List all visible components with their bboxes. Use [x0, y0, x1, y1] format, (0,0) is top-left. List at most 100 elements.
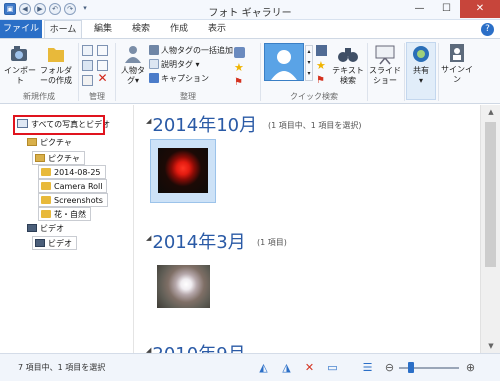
- tree-item-label: Screenshots: [54, 196, 103, 205]
- section-header[interactable]: ◢2014年3月: [146, 228, 246, 254]
- rotate-right-icon[interactable]: [97, 60, 108, 71]
- rotate-right-icon[interactable]: ◮: [280, 361, 293, 374]
- bulk-people-tag-button[interactable]: 人物タグの一括追加: [149, 45, 233, 57]
- rating-star-icon[interactable]: ★: [316, 60, 327, 71]
- view-icon[interactable]: [316, 45, 327, 56]
- chevron-down-icon: ▾: [134, 76, 139, 85]
- zoom-slider-thumb[interactable]: [408, 362, 414, 373]
- maximize-icon[interactable]: ☐: [433, 0, 460, 18]
- section-title: 2010年9月: [152, 344, 245, 353]
- details-view-icon[interactable]: ☰: [361, 361, 374, 374]
- tab-file[interactable]: ファイル: [0, 20, 42, 38]
- group-organize: 人物タグ▾ 人物タグの一括追加 説明タグ ▾ キャプション ★ ⚑ 整理: [116, 41, 260, 103]
- section-header[interactable]: ◢2010年9月: [146, 340, 246, 353]
- group-organize-label: 整理: [180, 92, 196, 101]
- tab-view[interactable]: 表示: [200, 20, 234, 38]
- collapse-arrow-icon: ◢: [146, 117, 152, 125]
- highlight-box: [13, 115, 105, 135]
- tag-icon: [149, 59, 159, 69]
- tree-item-videos-folder[interactable]: ビデオ: [32, 236, 77, 250]
- folder-icon: [41, 196, 51, 204]
- tree-item-folder[interactable]: Screenshots: [38, 193, 108, 207]
- text-search-label: テキスト検索: [332, 66, 364, 85]
- people-tag-button[interactable]: 人物タグ▾: [118, 43, 148, 86]
- scroll-thumb[interactable]: [485, 122, 496, 267]
- signin-button[interactable]: サインイン: [440, 42, 474, 85]
- flag-filter-icon[interactable]: ⚑: [316, 75, 327, 86]
- tree-item-folder[interactable]: Camera Roll: [38, 179, 108, 193]
- new-folder-button[interactable]: フォルダーの作成: [38, 43, 74, 86]
- rotate-left-icon[interactable]: ◭: [257, 361, 270, 374]
- star-icon[interactable]: ★: [234, 62, 245, 73]
- zoom-in-icon[interactable]: ⊕: [464, 361, 477, 374]
- status-text: 7 項目中、1 項目を選択: [18, 363, 106, 372]
- description-tag-button[interactable]: 説明タグ ▾: [149, 59, 200, 71]
- group-manage: ✕ 管理: [79, 41, 115, 103]
- people-icon: [149, 45, 159, 55]
- caption-button[interactable]: キャプション: [149, 73, 209, 85]
- group-manage-label: 管理: [89, 92, 105, 101]
- select-icon[interactable]: [82, 45, 93, 56]
- rose-photo[interactable]: [158, 148, 208, 193]
- tree-item-label: ピクチャ: [40, 138, 72, 147]
- pictures-icon: [27, 138, 37, 146]
- delete-icon[interactable]: ✕: [303, 361, 316, 374]
- tab-search[interactable]: 検索: [124, 20, 158, 38]
- group-new: インポート フォルダーの作成 新規作成: [0, 41, 78, 103]
- gallery-scroll[interactable]: ▴ ▾ ▾: [305, 45, 313, 81]
- import-label: インポート: [4, 66, 36, 85]
- folder-icon: [41, 182, 51, 190]
- pictures-folder-icon: [35, 154, 45, 162]
- tree-item-label: ピクチャ: [48, 154, 80, 163]
- tree-item-pictures[interactable]: ピクチャ: [27, 136, 72, 149]
- section-count: (1 項目): [257, 238, 287, 247]
- person-icon: [125, 46, 141, 63]
- flag-red-icon[interactable]: ⚑: [234, 77, 245, 88]
- description-tag-label: 説明タグ: [161, 60, 193, 69]
- help-icon[interactable]: ?: [481, 23, 494, 36]
- ribbon: インポート フォルダーの作成 新規作成 ✕ 管理 人物タグ▾ 人物タグの一括追加: [0, 38, 500, 104]
- share-button[interactable]: 共有 ▾: [406, 42, 436, 100]
- flag-icon[interactable]: [234, 47, 245, 58]
- ribbon-divider: [404, 43, 405, 101]
- zoom-out-icon[interactable]: ⊖: [383, 361, 396, 374]
- scroll-up-icon[interactable]: ▲: [486, 108, 496, 116]
- import-icon: [11, 46, 27, 61]
- text-search-button[interactable]: テキスト検索: [331, 43, 365, 86]
- minimize-icon[interactable]: —: [406, 0, 433, 18]
- blossom-photo[interactable]: [157, 265, 210, 308]
- videos-icon: [27, 224, 37, 232]
- videos-folder-icon: [35, 239, 45, 247]
- delete-icon[interactable]: ✕: [97, 72, 108, 84]
- signin-label: サインイン: [441, 65, 473, 84]
- tree-item-videos[interactable]: ビデオ: [27, 222, 64, 235]
- slideshow-button[interactable]: スライドショー: [368, 43, 402, 86]
- tree-item-label: Camera Roll: [54, 182, 103, 191]
- tab-edit[interactable]: 編集: [86, 20, 120, 38]
- copy-icon[interactable]: [82, 60, 93, 71]
- ribbon-tabs: ファイル ホーム 編集 検索 作成 表示: [0, 20, 500, 39]
- status-bar: 7 項目中、1 項目を選択 ◭ ◮ ✕ ▭ ☰ ⊖ ⊕: [0, 353, 500, 381]
- slideshow-icon[interactable]: ▭: [326, 361, 339, 374]
- person-filter-icon[interactable]: [264, 43, 304, 81]
- import-button[interactable]: インポート: [2, 43, 38, 86]
- collapse-arrow-icon: ◢: [146, 346, 152, 353]
- close-icon[interactable]: ✕: [460, 0, 500, 18]
- user-account-icon: [450, 44, 464, 62]
- properties-icon[interactable]: [82, 75, 93, 86]
- tree-item-label: ビデオ: [48, 239, 72, 248]
- share-icon: [413, 46, 429, 62]
- tab-home[interactable]: ホーム: [44, 20, 82, 39]
- vertical-scrollbar[interactable]: ▲ ▼: [480, 105, 500, 353]
- tree-item-label: ビデオ: [40, 224, 64, 233]
- rotate-left-icon[interactable]: [97, 45, 108, 56]
- scroll-down-icon[interactable]: ▼: [486, 342, 496, 350]
- tab-create[interactable]: 作成: [162, 20, 196, 38]
- section-header[interactable]: ◢2014年10月: [146, 111, 257, 137]
- tree-item-pictures-folder[interactable]: ピクチャ: [32, 151, 85, 165]
- tree-item-folder[interactable]: 2014-08-25: [38, 165, 106, 179]
- binoculars-icon: [338, 48, 358, 62]
- tree-item-folder[interactable]: 花・自然: [38, 207, 91, 221]
- window-controls: — ☐ ✕: [406, 0, 500, 18]
- title-bar: ▣ ◀ ▶ ↶ ↷ ▾ フォト ギャラリー — ☐ ✕: [0, 0, 500, 20]
